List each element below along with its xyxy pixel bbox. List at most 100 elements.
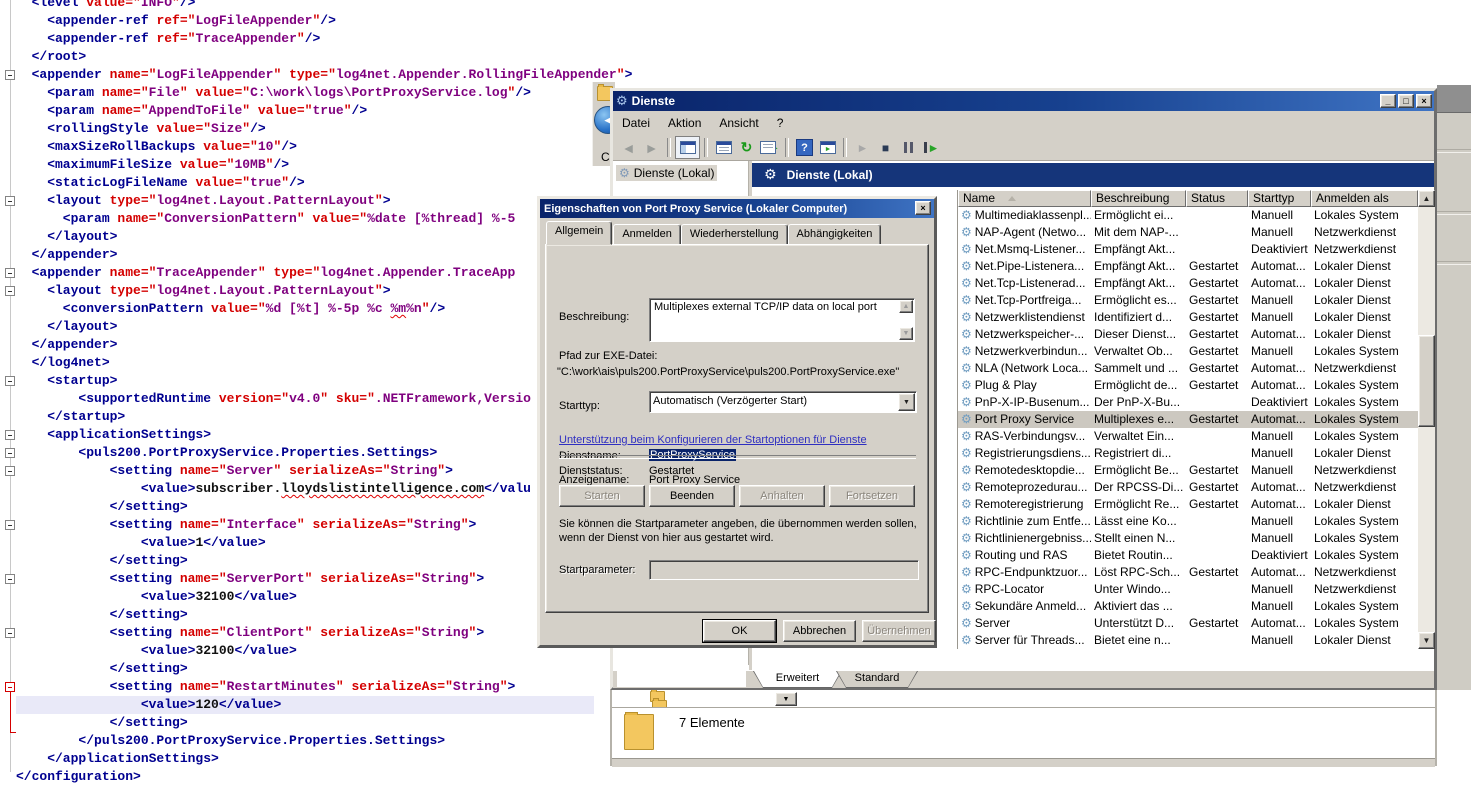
menu-item-ansicht[interactable]: Ansicht [710, 114, 767, 132]
service-row[interactable]: ⚙RPC-Endpunktzuor...Löst RPC-Sch...Gesta… [958, 564, 1418, 581]
chevron-down-icon[interactable]: ▼ [898, 393, 915, 411]
code-line: <appender-ref ref="LogFileAppender"/> [16, 12, 336, 30]
toolbar-restart-service-icon[interactable]: ► [920, 137, 943, 158]
services-rows: ⚙Multimediaklassenpl...Ermöglicht ei...M… [958, 207, 1418, 649]
toolbar-show-tree-icon[interactable] [675, 136, 700, 159]
abbrechen-button[interactable]: Abbrechen [783, 620, 856, 642]
toolbar-new-window-icon[interactable]: ► [816, 137, 839, 158]
service-row[interactable]: ⚙Richtlinie zum Entfe...Lässt eine Ko...… [958, 513, 1418, 530]
code-line: <puls200.PortProxyService.Properties.Set… [16, 444, 437, 462]
toolbar-pause-service-icon[interactable] [897, 137, 920, 158]
service-row[interactable]: ⚙Net.Tcp-Listenerad...Empfängt Akt...Ges… [958, 275, 1418, 292]
fold-toggle-icon[interactable] [5, 196, 15, 206]
service-row[interactable]: ⚙Routing und RASBietet Routin...Deaktivi… [958, 547, 1418, 564]
anhalten-button[interactable]: Anhalten [739, 485, 825, 507]
service-gear-icon: ⚙ [961, 615, 972, 632]
übernehmen-button[interactable]: Übernehmen [862, 620, 936, 642]
startparameter-input[interactable] [649, 560, 919, 580]
service-row[interactable]: ⚙PnP-X-IP-Busenum...Der PnP-X-Bu...Deakt… [958, 394, 1418, 411]
toolbar-help-icon[interactable]: ? [793, 137, 816, 158]
toolbar-back-icon[interactable]: ◄ [617, 137, 640, 158]
toolbar-export-list-icon[interactable]: ► [758, 137, 781, 158]
toolbar-start-service-icon[interactable]: ► [851, 137, 874, 158]
service-row[interactable]: ⚙Netzwerkverbindun...Verwaltet Ob...Gest… [958, 343, 1418, 360]
bottom-tab-standard[interactable]: Standard [836, 671, 918, 688]
column-header-status[interactable]: Status [1186, 190, 1248, 207]
toolbar-properties-icon[interactable] [712, 137, 735, 158]
service-row[interactable]: ⚙Net.Msmq-Listener...Empfängt Akt...Deak… [958, 241, 1418, 258]
fold-toggle-icon[interactable] [5, 430, 15, 440]
service-row[interactable]: ⚙Port Proxy ServiceMultiplexes e...Gesta… [958, 411, 1418, 428]
startoptions-help-link[interactable]: Unterstützung beim Konfigurieren der Sta… [559, 434, 867, 446]
service-row[interactable]: ⚙Remotedesktopdie...Ermöglicht Be...Gest… [958, 462, 1418, 479]
fold-toggle-icon[interactable] [5, 574, 15, 584]
fold-toggle-icon[interactable] [5, 268, 15, 278]
scroll-up-icon[interactable]: ▲ [899, 300, 913, 313]
fold-toggle-icon[interactable] [5, 376, 15, 386]
column-header-anmelden-als[interactable]: Anmelden als [1311, 190, 1418, 207]
service-row[interactable]: ⚙RPC-LocatorUnter Windo...ManuellNetzwer… [958, 581, 1418, 598]
ok-button[interactable]: OK [703, 620, 776, 642]
dialog-tab-anmelden[interactable]: Anmelden [613, 224, 681, 245]
menu-item-?[interactable]: ? [768, 114, 793, 132]
fold-toggle-icon[interactable] [5, 682, 15, 692]
starttyp-combobox[interactable]: Automatisch (Verzögerter Start) ▼ [649, 391, 917, 413]
service-row[interactable]: ⚙NLA (Network Loca...Sammelt und ...Gest… [958, 360, 1418, 377]
code-line: <setting name="Server" serializeAs="Stri… [16, 462, 453, 480]
service-row[interactable]: ⚙Net.Tcp-Portfreiga...Ermöglicht es...Ge… [958, 292, 1418, 309]
service-row[interactable]: ⚙NetzwerklistendienstIdentifiziert d...G… [958, 309, 1418, 326]
fold-toggle-icon[interactable] [5, 70, 15, 80]
scroll-down-icon[interactable]: ▼ [899, 327, 913, 340]
maximize-button[interactable]: □ [1398, 94, 1414, 108]
fold-toggle-icon[interactable] [5, 628, 15, 638]
fold-toggle-icon[interactable] [5, 520, 15, 530]
column-header-name[interactable]: Name [958, 190, 1091, 207]
dialog-tab-wiederherstellung[interactable]: Wiederherstellung [681, 224, 788, 245]
dialog-tab-abhängigkeiten[interactable]: Abhängigkeiten [788, 224, 882, 245]
toolbar-refresh-icon[interactable]: ↻ [735, 137, 758, 158]
scroll-down-icon[interactable]: ▼ [1418, 632, 1435, 649]
toolbar-forward-icon[interactable]: ► [640, 137, 663, 158]
starten-button[interactable]: Starten [559, 485, 645, 507]
close-button[interactable]: × [1416, 94, 1432, 108]
fortsetzen-button[interactable]: Fortsetzen [829, 485, 915, 507]
minimize-button[interactable]: _ [1380, 94, 1396, 108]
fold-toggle-icon[interactable] [5, 286, 15, 296]
code-line: <conversionPattern value="%d [%t] %-5p %… [16, 300, 445, 318]
service-gear-icon: ⚙ [961, 224, 972, 241]
changed-region-marker [10, 692, 16, 733]
scrollbar-thumb[interactable] [1418, 335, 1435, 427]
menu-item-datei[interactable]: Datei [613, 114, 659, 132]
service-row[interactable]: ⚙Remoteprozedurau...Der RPCSS-Di...Gesta… [958, 479, 1418, 496]
tree-item-dienste-lokal[interactable]: ⚙ Dienste (Lokal) [616, 165, 717, 181]
service-row[interactable]: ⚙RemoteregistrierungErmöglicht Re...Gest… [958, 496, 1418, 513]
service-row[interactable]: ⚙RAS-Verbindungsv...Verwaltet Ein...Manu… [958, 428, 1418, 445]
fold-toggle-icon[interactable] [5, 466, 15, 476]
column-header-beschreibung[interactable]: Beschreibung [1091, 190, 1186, 207]
service-row[interactable]: ⚙Multimediaklassenpl...Ermöglicht ei...M… [958, 207, 1418, 224]
bottom-tab-erweitert[interactable]: Erweitert [753, 671, 842, 688]
code-line: </setting> [16, 606, 188, 624]
service-row[interactable]: ⚙Sekundäre Anmeld...Aktiviert das ...Man… [958, 598, 1418, 615]
beschreibung-field[interactable]: Multiplexes external TCP/IP data on loca… [649, 298, 915, 342]
service-row[interactable]: ⚙Richtlinienergebniss...Stellt einen N..… [958, 530, 1418, 547]
explorer-dropdown-button[interactable]: ▼ [775, 692, 797, 706]
service-row[interactable]: ⚙Server für Threads...Bietet eine n...Ma… [958, 632, 1418, 649]
service-row[interactable]: ⚙Registrierungsdiens...Registriert di...… [958, 445, 1418, 462]
service-row[interactable]: ⚙Net.Pipe-Listenera...Empfängt Akt...Ges… [958, 258, 1418, 275]
service-row[interactable]: ⚙Netzwerkspeicher-...Dieser Dienst...Ges… [958, 326, 1418, 343]
scroll-up-icon[interactable]: ▲ [1418, 190, 1435, 207]
dialog-close-icon[interactable]: × [915, 201, 931, 215]
beenden-button[interactable]: Beenden [649, 485, 735, 507]
menu-item-aktion[interactable]: Aktion [659, 114, 710, 132]
services-scrollbar[interactable]: ▲ ▼ [1418, 190, 1435, 649]
explorer-address-fragment: C [601, 150, 610, 164]
toolbar-stop-service-icon[interactable]: ■ [874, 137, 897, 158]
service-row[interactable]: ⚙ServerUnterstützt D...GestartetAutomat.… [958, 615, 1418, 632]
column-header-starttyp[interactable]: Starttyp [1248, 190, 1311, 207]
services-title-bar: ⚙ Dienste _ □ × [613, 91, 1434, 111]
fold-toggle-icon[interactable] [5, 448, 15, 458]
dialog-tab-allgemein[interactable]: Allgemein [546, 221, 612, 245]
service-row[interactable]: ⚙Plug & PlayErmöglicht de...GestartetAut… [958, 377, 1418, 394]
service-row[interactable]: ⚙NAP-Agent (Netwo...Mit dem NAP-...Manue… [958, 224, 1418, 241]
